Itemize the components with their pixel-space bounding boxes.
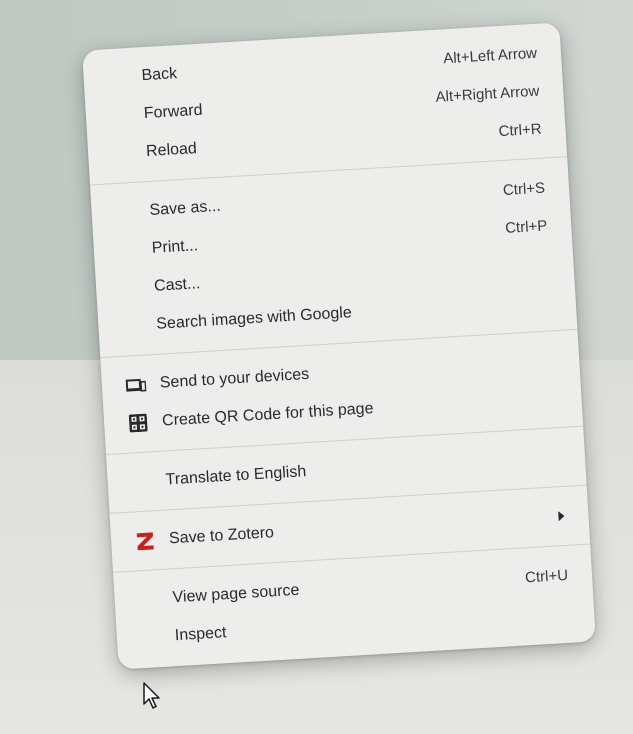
zotero-icon: [135, 530, 156, 551]
menu-group-navigation: Back Alt+Left Arrow Forward Alt+Right Ar…: [82, 28, 566, 178]
menu-item-shortcut: Alt+Right Arrow: [435, 82, 540, 106]
menu-item-label: Save to Zotero: [168, 524, 275, 548]
submenu-arrow-icon: [558, 510, 565, 522]
devices-icon: [125, 375, 147, 396]
menu-item-shortcut: Ctrl+R: [498, 120, 542, 140]
mouse-pointer-icon: [142, 682, 164, 715]
menu-group-page-actions: Save as... Ctrl+S Print... Ctrl+P Cast..…: [90, 163, 577, 351]
menu-item-shortcut: Alt+Left Arrow: [442, 44, 538, 67]
qr-code-icon: [128, 412, 149, 433]
menu-item-shortcut: Ctrl+P: [504, 216, 548, 237]
menu-item-save-to-zotero[interactable]: Save to Zotero: [110, 496, 589, 562]
menu-item-translate[interactable]: Translate to English: [107, 437, 586, 503]
menu-item-shortcut: Ctrl+S: [502, 179, 546, 199]
menu-item-label: Translate to English: [165, 463, 307, 489]
menu-item-shortcut: Ctrl+U: [524, 566, 569, 586]
context-menu: Back Alt+Left Arrow Forward Alt+Right Ar…: [82, 22, 596, 670]
